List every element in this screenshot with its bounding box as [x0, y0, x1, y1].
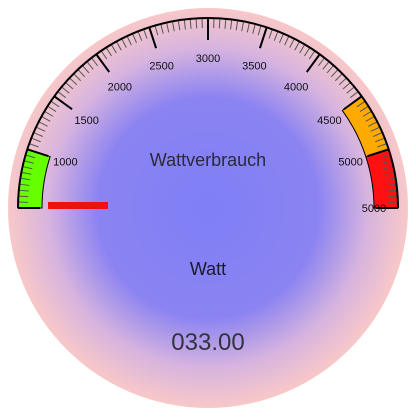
- gauge-tick-label: 2500: [149, 60, 173, 72]
- gauge-tick-label: 3000: [196, 53, 220, 65]
- gauge-minor-tick: [219, 18, 220, 28]
- gauge-tick-label: 4000: [284, 82, 308, 94]
- gauge-minor-tick: [388, 196, 398, 197]
- gauge-value-readout: 033.00: [171, 329, 244, 356]
- gauge-minor-tick: [18, 196, 28, 197]
- gauge-tick-label: 3500: [242, 60, 266, 72]
- gauge-title: Wattverbrauch: [150, 150, 266, 170]
- gauge-unit: Watt: [190, 259, 226, 279]
- gauge-minor-tick: [196, 18, 197, 28]
- gauge-dial: 1000 1500 2000 2500 3000 3500 4000 4500 5000 5000…: [0, 0, 416, 414]
- gauge-tick-label: 5000: [362, 203, 386, 215]
- gauge-needle: [48, 202, 108, 209]
- gauge-tick-label: 5000: [338, 157, 362, 169]
- gauge-tick-label: 2000: [108, 82, 132, 94]
- gauge-tick-label: 4500: [317, 115, 341, 127]
- wattage-gauge: 1000 1500 2000 2500 3000 3500 4000 4500 5000 5000…: [0, 0, 416, 414]
- gauge-tick-label: 1000: [53, 157, 77, 169]
- gauge-tick-label: 1500: [74, 115, 98, 127]
